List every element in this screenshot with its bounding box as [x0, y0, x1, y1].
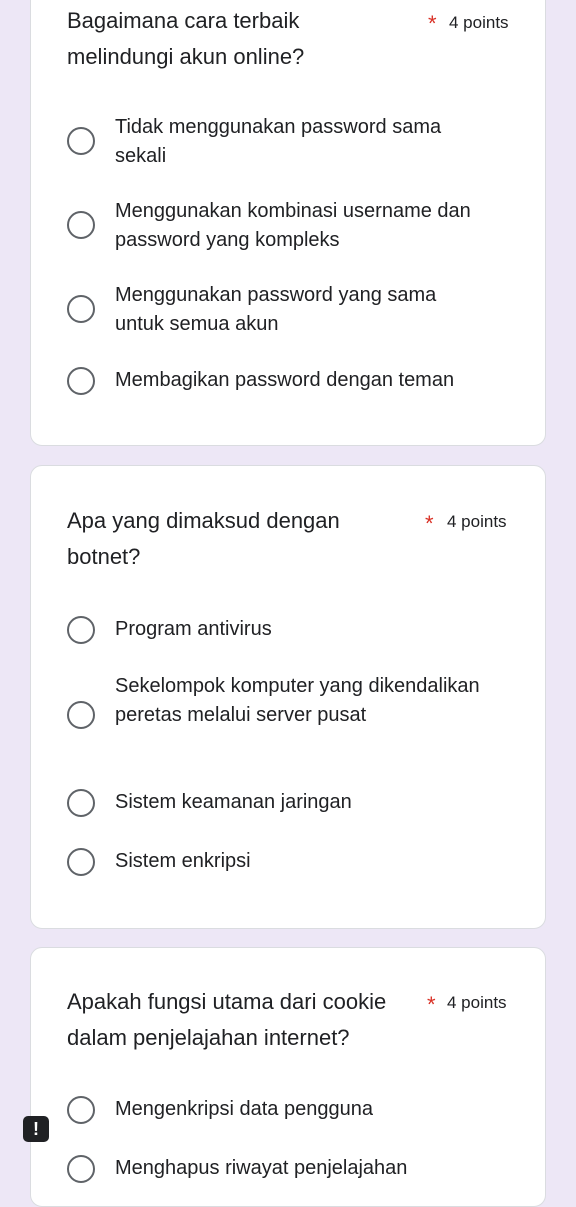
radio-option[interactable]: Sistem enkripsi: [67, 847, 537, 879]
radio-option[interactable]: Tidak menggunakan password sama sekali: [67, 113, 537, 173]
option-label: Sistem enkripsi: [115, 850, 251, 872]
alert-icon[interactable]: !: [23, 1116, 49, 1142]
option-label: Menggunakan kombinasi username dan passw…: [115, 200, 471, 251]
question-title: Bagaimana cara terbaik melindungi akun o…: [67, 8, 305, 69]
option-label: Sistem keamanan jaringan: [115, 791, 352, 813]
option-label: Menggunakan password yang sama untuk sem…: [115, 284, 437, 335]
radio-button[interactable]: [67, 789, 95, 817]
radio-option[interactable]: Program antivirus: [67, 615, 537, 647]
radio-option[interactable]: Membagikan password dengan teman: [67, 366, 537, 398]
question-title: Apa yang dimaksud dengan botnet?: [67, 508, 340, 569]
radio-option[interactable]: Menghapus riwayat penjelajahan: [67, 1154, 537, 1186]
required-asterisk: *: [425, 511, 434, 536]
option-label: Membagikan password dengan teman: [115, 369, 455, 391]
question-card-3: Apakah fungsi utama dari cookie dalam pe…: [30, 947, 546, 1207]
radio-option[interactable]: Sistem keamanan jaringan: [67, 788, 537, 820]
question-card-2: Apa yang dimaksud dengan botnet? * 4 poi…: [30, 465, 546, 929]
points-label: 4 points: [447, 993, 507, 1012]
points-label: 4 points: [447, 512, 507, 531]
points-label: 4 points: [449, 13, 509, 32]
question-title: Apakah fungsi utama dari cookie dalam pe…: [67, 989, 387, 1050]
radio-option[interactable]: Menggunakan kombinasi username dan passw…: [67, 197, 537, 257]
radio-button[interactable]: [67, 1096, 95, 1124]
radio-button[interactable]: [67, 295, 95, 323]
question-card-1: Bagaimana cara terbaik melindungi akun o…: [30, 0, 546, 446]
radio-button[interactable]: [67, 211, 95, 239]
radio-option[interactable]: Sekelompok komputer yang dikendalikan pe…: [67, 672, 537, 762]
radio-option[interactable]: Mengenkripsi data pengguna: [67, 1095, 537, 1127]
radio-button[interactable]: [67, 1155, 95, 1183]
option-label: Menghapus riwayat penjelajahan: [115, 1157, 408, 1179]
option-label: Program antivirus: [115, 618, 272, 640]
radio-button[interactable]: [67, 848, 95, 876]
radio-button[interactable]: [67, 367, 95, 395]
radio-button[interactable]: [67, 701, 95, 729]
required-asterisk: *: [428, 11, 437, 36]
option-label: Mengenkripsi data pengguna: [115, 1098, 373, 1120]
option-label: Tidak menggunakan password sama sekali: [115, 116, 442, 167]
radio-button[interactable]: [67, 127, 95, 155]
radio-option[interactable]: Menggunakan password yang sama untuk sem…: [67, 281, 537, 341]
option-label: Sekelompok komputer yang dikendalikan pe…: [115, 675, 480, 726]
radio-button[interactable]: [67, 616, 95, 644]
required-asterisk: *: [427, 992, 436, 1017]
